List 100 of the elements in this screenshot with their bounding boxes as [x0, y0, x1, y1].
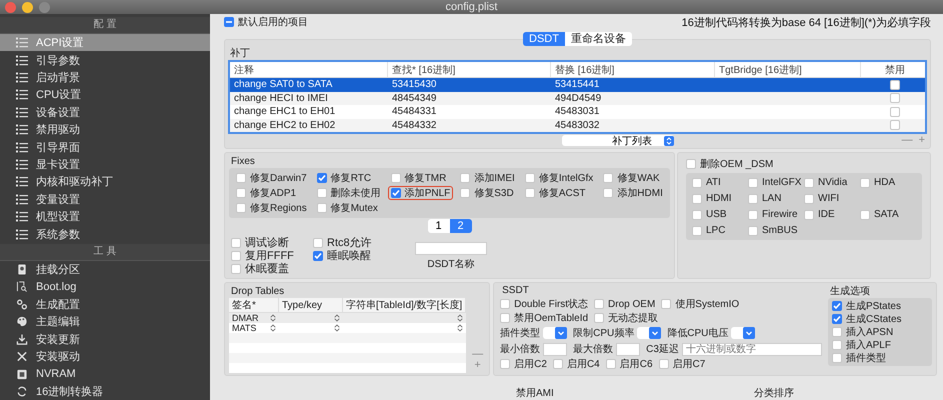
sidebar-item[interactable]: 主题编辑: [0, 313, 210, 330]
list-popup[interactable]: 补丁列表: [562, 135, 674, 146]
stepper-icon[interactable]: [457, 314, 464, 322]
sidebar-item[interactable]: 生成配置: [0, 296, 210, 314]
table-row[interactable]: DMAR: [229, 313, 466, 323]
checkbox[interactable]: [748, 210, 758, 220]
sidebar-item[interactable]: 变量设置: [0, 190, 210, 208]
checkbox[interactable]: [832, 314, 842, 324]
checkbox[interactable]: [860, 210, 870, 220]
segment-tab[interactable]: DSDT: [523, 32, 565, 46]
checkbox[interactable]: [460, 188, 470, 198]
zoom-button[interactable]: [39, 2, 50, 12]
checkbox[interactable]: [316, 203, 327, 213]
sidebar-item[interactable]: 设备设置: [0, 104, 210, 122]
checkbox[interactable]: [661, 299, 672, 309]
checkbox[interactable]: [658, 359, 669, 369]
checkbox[interactable]: [460, 173, 470, 183]
checkbox[interactable]: [832, 340, 842, 350]
checkbox[interactable]: [832, 353, 842, 363]
checkbox[interactable]: [860, 178, 870, 188]
column-header[interactable]: Type/key: [279, 298, 343, 312]
stepper-icon[interactable]: [270, 324, 276, 332]
sidebar-item[interactable]: 安装驱动: [0, 348, 210, 366]
dropdown[interactable]: [543, 327, 568, 339]
checkbox[interactable]: [316, 188, 327, 198]
stepper-icon[interactable]: [457, 324, 464, 332]
sidebar-item[interactable]: 安装更新: [0, 330, 210, 348]
checkbox[interactable]: [500, 313, 510, 323]
table-row[interactable]: change EHC2 to EH02 45484332 45483032: [230, 118, 925, 132]
sidebar-item[interactable]: 系统参数: [0, 225, 210, 243]
checkbox[interactable]: [524, 188, 535, 198]
checkbox[interactable]: [231, 250, 241, 260]
column-header[interactable]: 替换 [16进制]: [551, 62, 715, 77]
checkbox[interactable]: [603, 173, 614, 183]
checkbox[interactable]: [832, 301, 842, 311]
table-row[interactable]: change HECI to IMEI 48454349 494D4549: [230, 92, 925, 105]
table-row[interactable]: MATS: [229, 323, 466, 333]
close-button[interactable]: [5, 2, 16, 12]
checkbox[interactable]: [890, 120, 900, 130]
sidebar-item[interactable]: 16进制转换器: [0, 382, 210, 400]
sidebar-item[interactable]: 禁用驱动: [0, 121, 210, 138]
checkbox[interactable]: [552, 359, 563, 369]
checkbox[interactable]: [390, 173, 401, 183]
dropdown[interactable]: [637, 327, 662, 339]
checkbox[interactable]: [890, 106, 900, 117]
minimize-button[interactable]: [22, 2, 33, 12]
sidebar-item[interactable]: Boot.log: [0, 278, 210, 296]
checkbox[interactable]: [500, 359, 510, 369]
input-field[interactable]: [543, 342, 568, 356]
checkbox[interactable]: [686, 159, 696, 169]
sidebar-item[interactable]: 启动背景: [0, 68, 210, 86]
column-header[interactable]: 注释: [230, 62, 388, 77]
table-row[interactable]: change SAT0 to SATA 53415430 53415441: [230, 78, 925, 92]
checkbox[interactable]: [316, 173, 327, 183]
stepper-icon[interactable]: [270, 314, 276, 322]
checkbox[interactable]: [224, 17, 234, 27]
checkbox[interactable]: [692, 210, 702, 220]
checkbox[interactable]: [313, 238, 323, 248]
dropdown[interactable]: [731, 327, 756, 339]
sidebar-item[interactable]: 引导参数: [0, 51, 210, 69]
table-row[interactable]: change EHC1 to EH01 45484331 45483031: [230, 105, 925, 118]
checkbox[interactable]: [231, 238, 241, 248]
input-field[interactable]: [616, 342, 640, 356]
checkbox[interactable]: [236, 203, 246, 213]
checkbox[interactable]: [748, 178, 758, 188]
sidebar-item[interactable]: 引导界面: [0, 138, 210, 156]
column-header[interactable]: 字符串[TableId]/数字[长度]: [343, 298, 466, 312]
sidebar-item[interactable]: 内核和驱动补丁: [0, 173, 210, 191]
checkbox[interactable]: [692, 226, 702, 236]
segment-tab[interactable]: 重命名设备: [564, 32, 632, 46]
checkbox[interactable]: [524, 173, 535, 183]
checkbox[interactable]: [832, 327, 842, 337]
checkbox[interactable]: [804, 194, 814, 204]
checkbox[interactable]: [804, 178, 814, 188]
checkbox[interactable]: [236, 173, 246, 183]
checkbox[interactable]: [313, 250, 323, 260]
checkbox[interactable]: [748, 226, 758, 236]
checkbox[interactable]: [594, 299, 604, 309]
sidebar-item[interactable]: NVRAM: [0, 365, 210, 383]
checkbox[interactable]: [692, 178, 702, 188]
checkbox[interactable]: [231, 264, 241, 274]
sidebar-item[interactable]: 挂载分区: [0, 260, 210, 278]
checkbox[interactable]: [748, 194, 758, 204]
checkbox[interactable]: [603, 188, 614, 198]
column-header[interactable]: 签名*: [229, 298, 279, 312]
checkbox[interactable]: [390, 188, 401, 198]
stepper-icon[interactable]: [334, 314, 340, 322]
checkbox[interactable]: [594, 313, 604, 323]
checkbox[interactable]: [804, 210, 814, 220]
page-button[interactable]: 2: [450, 219, 472, 233]
checkbox[interactable]: [500, 299, 510, 309]
sidebar-item[interactable]: 机型设置: [0, 208, 210, 226]
checkbox[interactable]: [606, 359, 616, 369]
column-header[interactable]: 查找* [16进制]: [388, 62, 551, 77]
sidebar-item[interactable]: CPU设置: [0, 86, 210, 104]
column-header[interactable]: 禁用: [861, 62, 925, 77]
column-header[interactable]: TgtBridge [16进制]: [715, 62, 861, 77]
stepper-icon[interactable]: [334, 324, 340, 332]
sidebar-item[interactable]: 显卡设置: [0, 156, 210, 174]
checkbox[interactable]: [692, 194, 702, 204]
